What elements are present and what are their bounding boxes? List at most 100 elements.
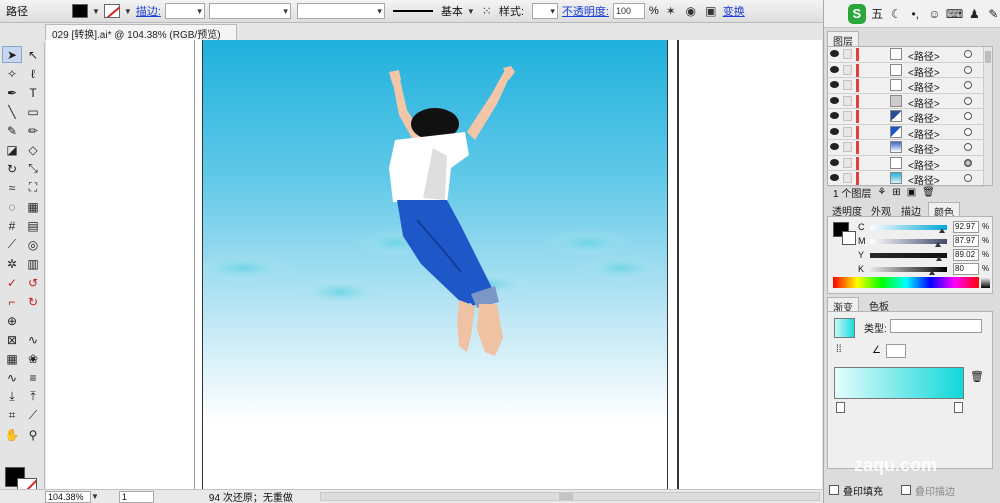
recolor-icon[interactable]: ⁙ <box>479 3 495 19</box>
layer-row[interactable]: <路径> <box>828 140 984 156</box>
tab-layers[interactable]: 图层 <box>827 31 859 48</box>
knife-icon[interactable]: ⟋ <box>23 407 43 424</box>
stroke-weight-field[interactable]: ▾ <box>164 3 205 19</box>
brush-select[interactable]: ▾ <box>296 3 385 19</box>
new-layer-icon[interactable]: ▣ <box>907 187 916 198</box>
list-tool-icon[interactable]: ≡ <box>23 369 43 386</box>
warp-tool-icon[interactable]: ≈ <box>2 179 22 196</box>
moon-icon[interactable]: ☾ <box>889 7 904 21</box>
custom-tool-2-icon[interactable]: ↺ <box>23 274 43 291</box>
target-circle-icon[interactable] <box>964 143 972 151</box>
scale-tool-icon[interactable]: ⤡ <box>23 160 43 177</box>
layer-row[interactable]: <路径> <box>828 109 984 125</box>
lock-toggle[interactable] <box>843 95 852 106</box>
chevron-down-icon[interactable]: ▼ <box>91 492 99 501</box>
shirt-skin-icon[interactable]: ♟ <box>967 7 982 21</box>
gradient-stop-left[interactable] <box>836 402 845 413</box>
artboard-tool-icon[interactable]: ⊠ <box>2 331 22 348</box>
target-circle-icon[interactable] <box>964 127 972 136</box>
opacity-input[interactable]: 100 <box>612 3 645 19</box>
channel-value-input[interactable]: 87.97 <box>953 235 979 247</box>
visibility-eye-icon[interactable] <box>830 127 839 135</box>
visibility-eye-icon[interactable] <box>830 112 839 119</box>
lock-toggle[interactable] <box>843 142 852 152</box>
tab-transparency[interactable]: 透明度 <box>827 202 867 218</box>
target-circle-icon[interactable] <box>964 112 972 120</box>
channel-slider[interactable] <box>870 225 947 230</box>
gradient-thumbnail[interactable] <box>834 318 855 338</box>
blob-brush-icon[interactable]: ◪ <box>2 141 22 158</box>
twirl-tool-icon[interactable]: ❀ <box>23 350 43 367</box>
punctuation-icon[interactable]: •, <box>908 7 923 21</box>
line-tool-icon[interactable]: ╲ <box>2 103 22 120</box>
visibility-eye-icon[interactable] <box>830 81 839 88</box>
gradient-slider[interactable] <box>834 367 964 399</box>
variable-width-select[interactable]: ▾ <box>208 3 291 19</box>
keyboard-icon[interactable]: ⌨ <box>946 7 963 21</box>
stroke-link[interactable]: 描边: <box>136 3 161 19</box>
slice-tool-icon[interactable]: ∿ <box>23 331 43 348</box>
channel-slider[interactable] <box>870 267 947 272</box>
target-circle-icon[interactable] <box>964 174 972 182</box>
overprint-stroke-checkbox[interactable] <box>901 485 911 495</box>
visibility-eye-icon[interactable] <box>830 96 839 104</box>
custom-tool-3-icon[interactable]: ⌐ <box>2 293 22 310</box>
crop-icon[interactable]: ⌗ <box>2 407 22 424</box>
rectangle-tool-icon[interactable]: ▭ <box>23 103 43 120</box>
sogou-logo-icon[interactable]: S <box>848 3 866 24</box>
tab-appearance[interactable]: 外观 <box>866 202 896 218</box>
mesh-tool-icon[interactable]: # <box>2 217 22 234</box>
free-transform-icon[interactable]: ⛶ <box>23 179 43 196</box>
channel-value-input[interactable]: 92.97 <box>953 221 979 233</box>
overprint-fill-checkbox[interactable] <box>829 485 839 495</box>
live-paint-select-icon[interactable]: ⤒ <box>23 388 43 405</box>
chevron-down-icon[interactable]: ▼ <box>467 7 475 16</box>
gradient-tool-icon[interactable]: ▤ <box>23 217 43 234</box>
live-paint-icon[interactable]: ⤓ <box>2 388 22 405</box>
horizontal-scrollbar[interactable] <box>320 492 820 501</box>
new-sublayer-icon[interactable]: ⊞ <box>892 187 900 198</box>
wrench-icon[interactable]: ✎ <box>986 7 1000 21</box>
target-circle-icon[interactable] <box>964 158 972 167</box>
stroke-profile-preview[interactable] <box>392 10 433 12</box>
shape-builder-icon[interactable]: ◌ <box>2 198 22 215</box>
selection-tool-icon[interactable]: ➤ <box>2 46 22 63</box>
make-clip-icon[interactable]: ⚘ <box>877 187 886 198</box>
stroke-style-label[interactable]: 基本 <box>441 3 463 19</box>
lock-toggle[interactable] <box>843 111 852 121</box>
globe-icon[interactable]: ◉ <box>683 3 699 19</box>
artboard[interactable] <box>202 40 668 489</box>
magic-wand-icon[interactable]: ✧ <box>2 65 22 82</box>
perspective-grid-icon[interactable]: ▦ <box>23 198 43 215</box>
lock-toggle[interactable] <box>843 64 852 75</box>
hand-tool-icon[interactable]: ✋ <box>2 426 22 443</box>
lock-toggle[interactable] <box>843 80 852 90</box>
fill-swatch[interactable] <box>72 4 88 18</box>
stroke-swatch[interactable] <box>103 4 120 18</box>
tab-swatches[interactable]: 色板 <box>864 297 894 313</box>
opacity-link[interactable]: 不透明度: <box>562 3 609 19</box>
layers-scrollbar[interactable] <box>983 47 992 185</box>
visibility-eye-icon[interactable] <box>830 50 839 57</box>
chevron-down-icon[interactable]: ▼ <box>124 7 132 16</box>
document-tab[interactable]: 029 [转换].ai* @ 104.38% (RGB/预览) ✕ <box>45 24 237 51</box>
zoom-field[interactable]: 104.38% <box>45 490 91 503</box>
slider-handle[interactable] <box>938 228 945 233</box>
column-graph-icon[interactable]: ▥ <box>23 255 43 272</box>
wave-tool-icon[interactable]: ∿ <box>2 369 22 386</box>
ime-mode[interactable]: 五 <box>870 5 885 22</box>
target-circle-icon[interactable] <box>964 96 972 105</box>
scroll-thumb[interactable] <box>985 51 991 63</box>
channel-value-input[interactable]: 80 <box>953 263 979 275</box>
sparkle-icon[interactable]: ✶ <box>663 3 679 19</box>
direct-selection-tool-icon[interactable]: ↖ <box>23 46 43 63</box>
grid-tool-icon[interactable]: ▦ <box>2 350 22 367</box>
color-spectrum[interactable] <box>833 277 979 288</box>
slider-handle[interactable] <box>934 242 941 247</box>
symbol-sprayer-icon[interactable]: ✲ <box>2 255 22 272</box>
tab-gradient[interactable]: 渐变 <box>827 297 859 314</box>
tab-color[interactable]: 颜色 <box>928 202 960 219</box>
stroke-color-box[interactable] <box>842 231 856 245</box>
black-white-ramp[interactable] <box>981 277 990 288</box>
visibility-eye-icon[interactable] <box>830 174 839 181</box>
